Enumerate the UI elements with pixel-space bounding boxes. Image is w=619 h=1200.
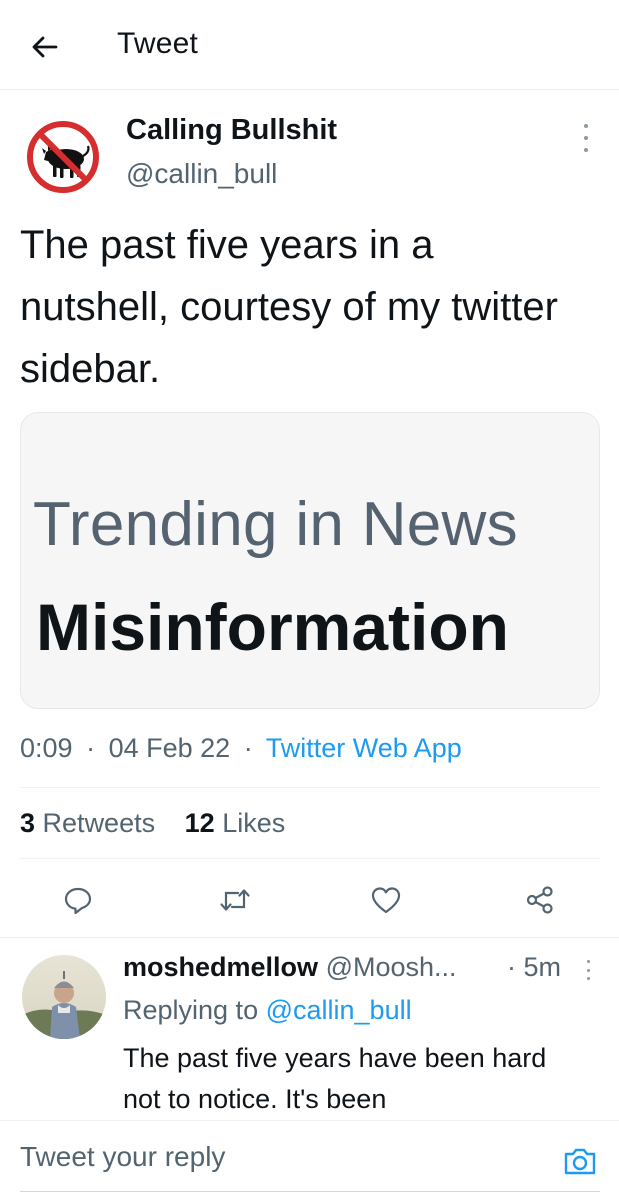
meta-separator: · [86,733,96,763]
tweet-date: 04 Feb 22 [108,733,231,763]
reply-avatar[interactable] [22,955,106,1039]
avatar-photo [22,955,106,1039]
likes-label: Likes [222,808,286,838]
likes-stat[interactable]: 12 Likes [185,808,286,838]
tweet-text: The past five years in a nutshell, court… [20,223,558,391]
reply-more-button[interactable] [584,960,592,980]
tweet-detail-screen: Tweet Calling Bullshit @callin_bull The … [0,0,619,1200]
retweet-button[interactable] [215,880,255,920]
more-dot-icon [586,977,590,980]
reply-icon [64,887,92,915]
likes-count: 12 [184,808,215,838]
more-dot-icon [584,148,588,152]
share-icon [526,886,553,914]
divider [0,937,619,938]
back-button[interactable] [26,28,64,66]
more-dot-icon [586,960,590,963]
tweet-timestamp: 0:09 · 04 Feb 22 · Twitter Web App [20,733,462,764]
more-dot-icon [584,136,588,140]
media-topic: Misinformation [36,590,509,664]
composer-underline [20,1191,600,1192]
author-handle[interactable]: @callin_bull [126,158,277,190]
replying-to-line: Replying to @callin_bull [123,995,412,1026]
more-options-button[interactable] [578,124,594,152]
tweet-media-image[interactable]: Trending in News Misinformation [20,412,600,709]
tweet-stats: 3 Retweets 12 Likes [20,808,307,839]
top-bar: Tweet [0,0,619,90]
retweets-stat[interactable]: 3 Retweets [20,808,163,838]
tweet-source-link[interactable]: Twitter Web App [266,733,462,763]
reply-time: · 5m [507,952,561,982]
media-headline: Trending in News [33,490,518,559]
replying-mention-link[interactable]: @callin_bull [266,995,412,1025]
reply-author-handle[interactable]: @Moosh... [326,952,457,982]
retweet-icon [220,889,250,911]
author-name[interactable]: Calling Bullshit [126,114,337,147]
tweet-time: 0:09 [20,733,73,763]
retweets-label: Retweets [42,808,156,838]
camera-icon [564,1148,596,1175]
more-dot-icon [586,968,590,972]
replying-prefix: Replying to [123,995,259,1025]
more-dot-icon [584,124,588,128]
camera-button[interactable] [560,1141,600,1181]
retweets-count: 3 [20,808,36,838]
reply-composer: Tweet your reply [0,1120,619,1200]
arrow-left-icon [32,36,58,58]
like-button[interactable] [366,880,406,920]
share-button[interactable] [520,880,560,920]
author-avatar[interactable] [24,118,102,196]
no-bull-icon [27,121,99,193]
meta-separator: · [243,733,253,763]
divider [20,858,600,859]
heart-icon [371,887,401,914]
reply-text: The past five years have been hard not t… [123,1043,547,1114]
reply-button[interactable] [58,880,98,920]
reply-input[interactable]: Tweet your reply [20,1141,225,1173]
reply-author-name[interactable]: moshedmellow [123,952,318,982]
page-title: Tweet [117,27,199,60]
divider [20,787,600,788]
